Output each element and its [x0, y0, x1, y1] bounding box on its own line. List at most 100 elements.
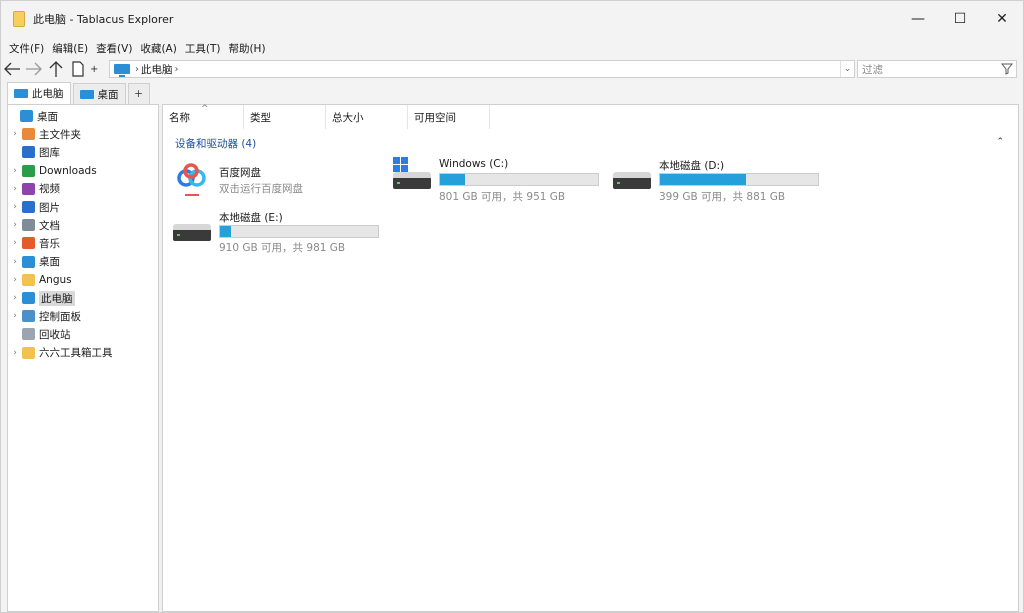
music-icon: [22, 237, 35, 250]
window-title: 此电脑 - Tablacus Explorer: [33, 13, 174, 26]
tab-label: 此电脑: [32, 88, 64, 100]
expand-chevron-icon[interactable]: ›: [10, 238, 20, 248]
computer-icon: [22, 292, 35, 304]
tree-item[interactable]: 图库: [10, 143, 60, 161]
window-controls: — ☐ ✕: [897, 1, 1023, 37]
expand-chevron-icon[interactable]: ›: [10, 184, 20, 194]
tab-this-pc[interactable]: 此电脑: [7, 82, 71, 104]
tree-item[interactable]: › 文档: [10, 216, 60, 234]
tree-item-label: 图库: [39, 146, 60, 159]
video-icon: [22, 182, 35, 195]
tree-item-label: 文档: [39, 219, 60, 232]
tree-item-label: 桌面: [37, 110, 58, 123]
add-tab-button[interactable]: +: [127, 83, 150, 104]
filter-icon[interactable]: [1001, 63, 1013, 75]
new-tab-button[interactable]: [67, 58, 89, 80]
usage-bar: [219, 225, 379, 238]
menu-help[interactable]: 帮助(H): [228, 41, 265, 56]
expand-chevron-icon[interactable]: ›: [10, 275, 20, 285]
desktop-icon: [79, 89, 94, 99]
filter-input[interactable]: 过滤: [857, 60, 1017, 78]
column-type[interactable]: 类型: [244, 105, 326, 129]
address-location[interactable]: 此电脑: [141, 62, 173, 77]
tree-item[interactable]: › 音乐: [10, 234, 60, 252]
desktop-icon: [20, 110, 33, 122]
expand-chevron-icon[interactable]: ›: [10, 129, 20, 139]
drive-subtitle: 801 GB 可用，共 951 GB: [439, 191, 566, 203]
expand-chevron-icon[interactable]: ›: [10, 348, 20, 358]
home-icon: [22, 128, 35, 141]
address-separator-end[interactable]: ›: [175, 64, 179, 75]
column-label: 可用空间: [414, 111, 456, 124]
add-icon[interactable]: +: [90, 64, 98, 75]
column-name[interactable]: 名称 ^: [163, 104, 244, 129]
tree-item[interactable]: › Downloads: [10, 162, 97, 180]
tree-item[interactable]: 桌面: [8, 107, 58, 125]
up-button[interactable]: [45, 58, 67, 80]
column-free-space[interactable]: 可用空间: [408, 105, 490, 129]
forward-button[interactable]: [23, 58, 45, 80]
tree-item[interactable]: 回收站: [10, 325, 71, 343]
address-separator[interactable]: ›: [135, 64, 139, 75]
expand-chevron-icon[interactable]: ›: [10, 293, 20, 303]
tree-item[interactable]: › 控制面板: [10, 307, 81, 325]
drive-name: 本地磁盘 (D:): [659, 160, 725, 172]
usage-bar-fill: [660, 174, 747, 185]
hard-drive-icon: [393, 172, 431, 189]
tree-item-label: 此电脑: [39, 290, 75, 306]
menu-favorites[interactable]: 收藏(A): [140, 41, 176, 56]
menu-edit[interactable]: 编辑(E): [52, 41, 88, 56]
expand-chevron-icon[interactable]: ›: [10, 311, 20, 321]
baidu-netdisk-icon: [177, 163, 206, 196]
tree-item[interactable]: › 视频: [10, 180, 60, 198]
tree-item[interactable]: › 六六工具箱工具: [10, 344, 113, 362]
tree-item-label: 六六工具箱工具: [39, 347, 113, 360]
column-total-size[interactable]: 总大小: [326, 105, 408, 129]
tree-item-label: 音乐: [39, 237, 60, 250]
computer-icon: [114, 64, 130, 77]
back-button[interactable]: [1, 58, 23, 80]
expand-chevron-icon[interactable]: ›: [10, 257, 20, 267]
folder-icon: [22, 346, 35, 359]
address-bar[interactable]: › 此电脑 › ⌄: [109, 60, 855, 78]
menu-tools[interactable]: 工具(T): [185, 41, 221, 56]
chevron-down-icon[interactable]: ⌄: [840, 61, 854, 77]
gallery-icon: [22, 146, 35, 159]
app-folder-icon: [13, 11, 25, 27]
folder-icon: [22, 273, 35, 286]
tree-item[interactable]: › 主文件夹: [10, 125, 81, 143]
folder-tree[interactable]: 桌面 › 主文件夹 图库 › Downloads › 视频 › 图片 › 文档 › 音乐 › 桌面 › Angus…: [7, 104, 159, 612]
drive-subtitle: 399 GB 可用，共 881 GB: [659, 191, 786, 203]
forward-arrow-icon: [26, 62, 42, 76]
tab-desktop[interactable]: 桌面: [72, 83, 126, 104]
tree-item-label: 图片: [39, 201, 60, 214]
tree-item[interactable]: › Angus: [10, 271, 72, 289]
filter-placeholder: 过滤: [862, 63, 883, 76]
tree-item[interactable]: › 桌面: [10, 253, 60, 271]
tree-item-label: 桌面: [39, 256, 60, 269]
close-button[interactable]: ✕: [981, 1, 1023, 37]
download-icon: [22, 164, 35, 177]
title-bar: 此电脑 - Tablacus Explorer — ☐ ✕: [1, 1, 1023, 37]
desktop-icon: [22, 255, 35, 268]
tree-item-label: 控制面板: [39, 310, 81, 323]
menu-view[interactable]: 查看(V): [96, 41, 132, 56]
control-panel-icon: [22, 310, 35, 323]
expand-chevron-icon[interactable]: ›: [10, 166, 20, 176]
collapse-group-icon[interactable]: ⌃: [996, 137, 1004, 147]
group-header[interactable]: 设备和驱动器 (4): [175, 136, 256, 151]
menu-file[interactable]: 文件(F): [9, 41, 44, 56]
maximize-button[interactable]: ☐: [939, 1, 981, 37]
column-headers: 名称 ^ 类型 总大小 可用空间: [163, 104, 490, 129]
tree-item[interactable]: › 此电脑: [10, 289, 75, 307]
usage-bar-fill: [220, 226, 232, 237]
minimize-button[interactable]: —: [897, 1, 939, 37]
expand-chevron-icon[interactable]: ›: [10, 220, 20, 230]
column-label: 类型: [250, 111, 271, 124]
computer-icon: [14, 89, 28, 98]
tree-item[interactable]: › 图片: [10, 198, 60, 216]
navigation-bar: + › 此电脑 › ⌄ 过滤: [1, 58, 1023, 80]
expand-chevron-icon[interactable]: ›: [10, 202, 20, 212]
tree-item-label: Downloads: [39, 164, 97, 177]
column-label: 名称: [169, 111, 190, 124]
